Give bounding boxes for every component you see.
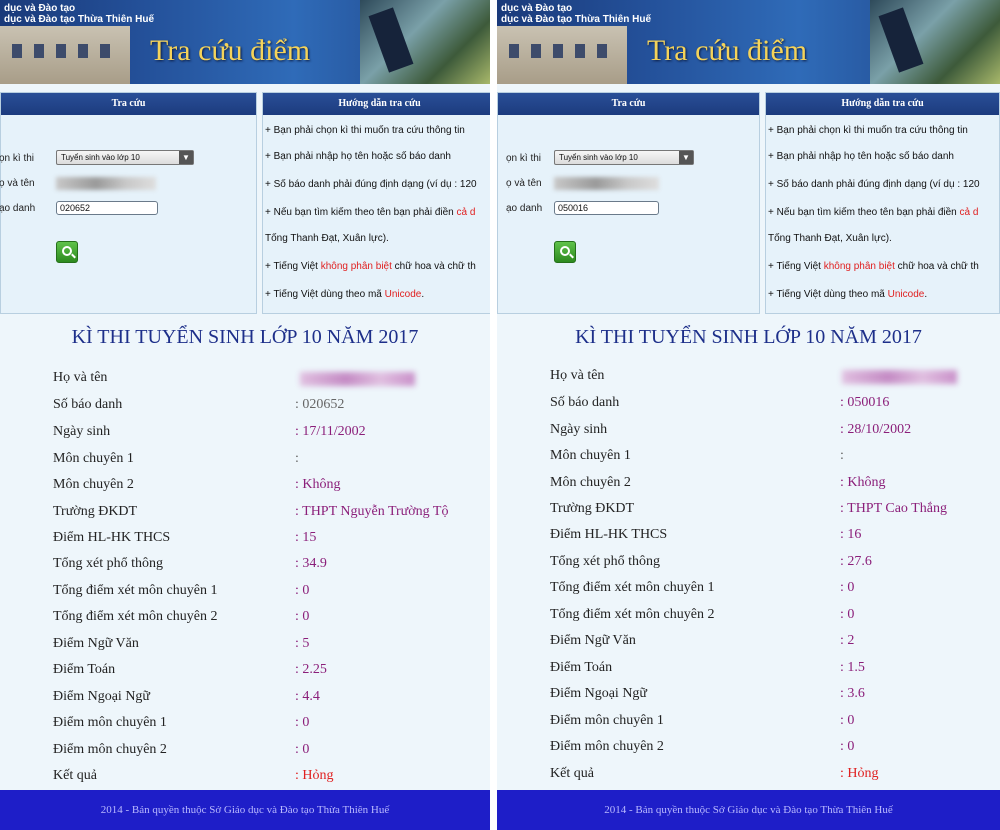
result-row-ketqua: Kết quả : Hỏng <box>53 768 334 783</box>
result-row-dmc2: Điểm môn chuyên 2 : 0 <box>53 742 310 757</box>
guide-line: + Bạn phải nhập họ tên hoặc số báo danh <box>265 151 451 162</box>
banner-photo <box>870 0 1000 84</box>
result-row-dmc2: Điểm môn chuyên 2 : 0 <box>550 739 855 754</box>
guide-line: Tống Thanh Đạt, Xuân lực). <box>768 233 892 244</box>
result-row-mc2: Môn chuyên 2 : Không <box>550 475 886 490</box>
result-row-total: Tổng xét phổ thông : 34.9 <box>53 556 327 571</box>
result-row-dmc1: Điểm môn chuyên 1 : 0 <box>53 715 310 730</box>
guide-line: + Số báo danh phải đúng định dạng (ví dụ… <box>768 179 980 190</box>
banner-title: Tra cứu điểm <box>150 34 311 67</box>
result-row-mc2: Môn chuyên 2 : Không <box>53 477 341 492</box>
result-row-dob: Ngày sinh : 17/11/2002 <box>53 424 366 439</box>
result-row-sbd: Số báo danh : 020652 <box>53 397 345 412</box>
search-button[interactable] <box>554 241 576 263</box>
results-title: KÌ THI TUYỂN SINH LỚP 10 NĂM 2017 <box>71 326 419 348</box>
building-image <box>0 26 130 84</box>
result-row-mc1: Môn chuyên 1 : <box>550 448 844 463</box>
sbd-input[interactable]: 020652 <box>56 201 158 215</box>
result-row-tmc2: Tổng điểm xét môn chuyên 2 : 0 <box>550 607 855 622</box>
result-row-school: Trường ĐKDT : THPT Nguyễn Trường Tộ <box>53 504 449 519</box>
result-row-van: Điểm Ngữ Văn : 5 <box>53 636 310 651</box>
result-row-mc1: Môn chuyên 1 : <box>53 451 299 466</box>
search-box-header: Tra cứu <box>498 93 759 115</box>
banner-photo <box>360 0 490 84</box>
guide-line: + Tiếng Việt dùng theo mã Unicode. <box>768 289 928 300</box>
search-box: Tra cứu ọn kì thi Tuyển sinh vào lớp 10 … <box>0 92 257 314</box>
result-row-ngoaingu: Điểm Ngoại Ngữ : 4.4 <box>53 689 320 704</box>
result-row-toan: Điểm Toán : 1.5 <box>550 660 865 675</box>
result-row-dmc1: Điểm môn chuyên 1 : 0 <box>550 713 855 728</box>
exam-label: ọn kì thi <box>0 153 35 164</box>
student-name-blurred <box>842 370 957 384</box>
building-image <box>497 26 627 84</box>
guide-header: Hướng dẫn tra cứu <box>766 93 999 115</box>
site-banner: dục và Đào tạo dục và Đào tạo Thừa Thiên… <box>497 0 1000 84</box>
chevron-down-icon: ▼ <box>679 151 693 164</box>
search-button[interactable] <box>56 241 78 263</box>
result-row-ngoaingu: Điểm Ngoại Ngữ : 3.6 <box>550 686 865 701</box>
guide-line: Tống Thanh Đạt, Xuân lực). <box>265 233 389 244</box>
guide-box: Hướng dẫn tra cứu + Bạn phải chọn kì thi… <box>262 92 490 314</box>
sbd-input[interactable]: 050016 <box>554 201 659 215</box>
sbd-label: ạo danh <box>506 203 543 214</box>
name-input[interactable] <box>56 177 156 190</box>
name-label: ọ và tên <box>506 178 542 189</box>
guide-line: + Bạn phải chọn kì thi muốn tra cứu thôn… <box>265 125 465 136</box>
sbd-label: ạo danh <box>0 203 36 214</box>
result-row-ketqua: Kết quả : Hỏng <box>550 766 879 781</box>
name-input[interactable] <box>554 177 659 190</box>
result-row-van: Điểm Ngữ Văn : 2 <box>550 633 855 648</box>
org-name: dục và Đào tạo dục và Đào tạo Thừa Thiên… <box>4 3 155 25</box>
result-row-hlhk: Điểm HL-HK THCS : 16 <box>550 527 862 542</box>
results-title: KÌ THI TUYỂN SINH LỚP 10 NĂM 2017 <box>575 326 922 348</box>
org-name: dục và Đào tạo dục và Đào tạo Thừa Thiên… <box>501 3 652 25</box>
result-panel-left: dục và Đào tạo dục và Đào tạo Thừa Thiên… <box>0 0 490 830</box>
result-row-dob: Ngày sinh : 28/10/2002 <box>550 422 912 437</box>
exam-select[interactable]: Tuyển sinh vào lớp 10 ▼ <box>56 150 194 165</box>
banner-title: Tra cứu điểm <box>647 34 808 67</box>
exam-select[interactable]: Tuyển sinh vào lớp 10 ▼ <box>554 150 694 165</box>
result-row-total: Tổng xét phổ thông : 27.6 <box>550 554 872 569</box>
result-row-name: Họ và tên <box>497 368 1000 392</box>
footer-copyright: 2014 - Bản quyền thuộc Sở Giáo dục và Đà… <box>0 790 490 830</box>
guide-line: + Nếu bạn tìm kiếm theo tên bạn phải điề… <box>768 207 979 218</box>
name-label: ọ và tên <box>0 178 35 189</box>
panel-divider <box>490 0 497 830</box>
guide-line: + Nếu bạn tìm kiếm theo tên bạn phải điề… <box>265 207 476 218</box>
result-row-tmc1: Tổng điểm xét môn chuyên 1 : 0 <box>550 580 855 595</box>
result-row-toan: Điểm Toán : 2.25 <box>53 662 327 677</box>
guide-header: Hướng dẫn tra cứu <box>263 93 490 115</box>
search-box-header: Tra cứu <box>1 93 256 115</box>
site-banner: dục và Đào tạo dục và Đào tạo Thừa Thiên… <box>0 0 490 84</box>
guide-line: + Số báo danh phải đúng định dạng (ví dụ… <box>265 179 477 190</box>
chevron-down-icon: ▼ <box>179 151 193 164</box>
guide-line: + Tiếng Việt không phân biệt chữ hoa và … <box>768 261 979 272</box>
student-name-blurred <box>300 372 415 386</box>
result-row-tmc2: Tổng điểm xét môn chuyên 2 : 0 <box>53 609 310 624</box>
exam-label: ọn kì thi <box>506 153 542 164</box>
guide-line: + Bạn phải nhập họ tên hoặc số báo danh <box>768 151 954 162</box>
search-box: Tra cứu ọn kì thi Tuyển sinh vào lớp 10 … <box>497 92 760 314</box>
result-panel-right: dục và Đào tạo dục và Đào tạo Thừa Thiên… <box>497 0 1000 830</box>
footer-copyright: 2014 - Bản quyền thuộc Sở Giáo dục và Đà… <box>497 790 1000 830</box>
result-row-hlhk: Điểm HL-HK THCS : 15 <box>53 530 317 545</box>
result-row-name: Họ và tên <box>0 370 490 394</box>
guide-line: + Tiếng Việt không phân biệt chữ hoa và … <box>265 261 476 272</box>
guide-line: + Bạn phải chọn kì thi muốn tra cứu thôn… <box>768 125 968 136</box>
guide-box: Hướng dẫn tra cứu + Bạn phải chọn kì thi… <box>765 92 1000 314</box>
result-row-sbd: Số báo danh : 050016 <box>550 395 890 410</box>
result-row-school: Trường ĐKDT : THPT Cao Thắng <box>550 501 947 516</box>
guide-line: + Tiếng Việt dùng theo mã Unicode. <box>265 289 425 300</box>
result-row-tmc1: Tổng điểm xét môn chuyên 1 : 0 <box>53 583 310 598</box>
